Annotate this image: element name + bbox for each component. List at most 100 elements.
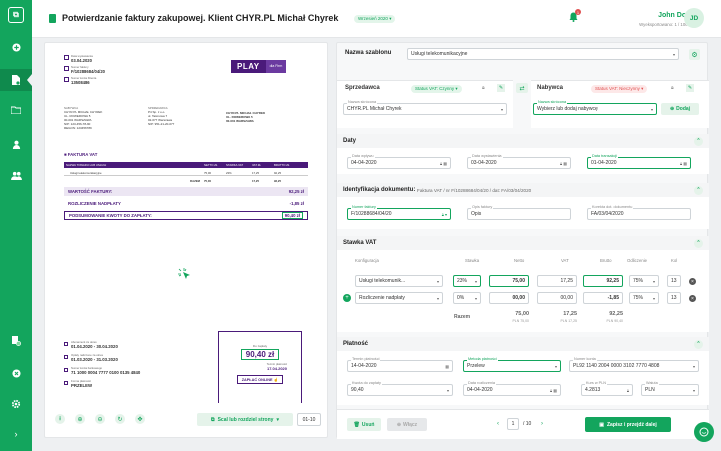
merge-label: Włącz: [403, 421, 418, 428]
next-page-icon[interactable]: ›: [541, 421, 543, 427]
invoice-table-header: NAZWA TOWARU LUB USŁUGI NETTO ZŁ STAWKA …: [64, 162, 308, 168]
exchange-rate-field[interactable]: Kurs w PLN 4.2813 🔒︎: [581, 381, 633, 396]
template-value: Usługi telekomunikacyjne: [411, 51, 468, 57]
vat-kol-input[interactable]: 13: [667, 292, 681, 304]
settlement-date-label: Data rozliczenia: [467, 381, 497, 385]
pay-online-label: ZAPŁAĆ ONLINE: [241, 377, 273, 382]
avatar[interactable]: JD: [684, 8, 704, 28]
chevron-up-icon[interactable]: ⌃: [694, 185, 703, 195]
rotate-icon[interactable]: ↻: [115, 414, 125, 424]
date-issued-field[interactable]: Data wystawienia 03-04-2020 🔒︎ ▦: [467, 154, 571, 169]
vat-deduction-select[interactable]: 75% ▾: [629, 275, 659, 287]
document-icon: [64, 66, 69, 71]
vat-netto-input[interactable]: 75,00: [489, 275, 529, 287]
vat-deduction-value: 75%: [633, 295, 644, 301]
calendar-icon: ▦: [445, 363, 449, 369]
template-select[interactable]: Usługi telekomunikacyjne ▾: [407, 48, 679, 60]
lock-icon[interactable]: 🔒︎: [671, 85, 674, 91]
td: RAZEM: [190, 179, 200, 183]
account-number-select[interactable]: Numer konta PL92 1140 2004 0000 3102 7770…: [569, 357, 699, 372]
folder-icon[interactable]: [0, 99, 32, 121]
vat-amount-input[interactable]: 17,25: [537, 275, 577, 287]
form-footer: 🗑︎ Usuń ⊕ Włącz ‹ 1 / 10 › ▣ Zapisz i przej…: [337, 409, 709, 439]
edit-icon[interactable]: ✎: [686, 84, 694, 92]
page-input[interactable]: 1: [507, 418, 519, 430]
invoice-description-field[interactable]: Opis faktury Opis: [467, 205, 571, 220]
pay-online-button[interactable]: ZAPŁAĆ ONLINE ☝: [237, 375, 283, 384]
page-range-input[interactable]: 01-10: [297, 413, 321, 426]
remove-row-icon[interactable]: ×: [689, 278, 696, 285]
swap-icon[interactable]: ⇄: [516, 83, 528, 93]
download-icon[interactable]: ⭳: [55, 414, 65, 424]
add-row-icon[interactable]: +: [343, 294, 351, 302]
pay-box: Do zapłaty 90,40 zł Termin płatności 17.…: [218, 331, 302, 403]
lock-icon[interactable]: 🔒︎: [482, 85, 485, 91]
document-icon[interactable]: [0, 69, 32, 91]
merge-split-label: Scal lub rozdziel strony: [217, 416, 274, 423]
move-icon[interactable]: ✥: [135, 414, 145, 424]
bell-icon[interactable]: 1: [569, 9, 581, 22]
remove-row-icon[interactable]: ×: [689, 295, 696, 302]
settlement-date-field[interactable]: Data rozliczenia 04-04-2020 🔒︎ ▦: [463, 381, 561, 396]
date-received-field[interactable]: Data wpływu 04-04-2020 🔒︎ ▦: [347, 154, 451, 169]
dates-title: Daty: [343, 138, 357, 144]
vat-total-vat-pln: PLN 17,25: [560, 319, 577, 323]
lock-calendar-icon: 🔒︎ ▦: [439, 160, 447, 166]
identification-header: Identyfikacja dokumentu: Faktura VAT / n…: [337, 183, 709, 197]
app-logo[interactable]: ⧉: [8, 7, 24, 23]
payment-header: Płatność ⌃: [337, 337, 709, 351]
buyer-name-select[interactable]: Nazwa skrócona Wybierz lub dodaj nabywcę ▾: [533, 100, 657, 115]
date-transaction-field[interactable]: Data transakcji 01-04-2020 🔒︎ ▦: [587, 154, 691, 169]
invoice-number-field[interactable]: Numer faktury F/10288684/04/20 🔒︎ ▾: [347, 205, 451, 220]
correction-document-field[interactable]: Korekta dot. dokumentu FA/03/04/2020: [587, 205, 691, 220]
vat-rate-select[interactable]: 0% ▾: [453, 292, 481, 304]
delete-button[interactable]: 🗑︎ Usuń: [347, 418, 381, 431]
chevron-right-icon[interactable]: ›: [0, 423, 32, 445]
user-icon[interactable]: [0, 133, 32, 155]
chevron-up-icon[interactable]: ⌃: [694, 339, 703, 349]
invoice-table-row: Usługi telekomunikacyjne 75,00 23% 17,25…: [64, 170, 308, 176]
close-circle-icon[interactable]: [0, 362, 32, 384]
invoice-value-row: WARTOŚĆ FAKTURY: 92,25 zł: [64, 187, 308, 196]
currency-value: PLN: [645, 387, 655, 393]
pay-label: Do zapłaty: [252, 344, 268, 348]
seller-name-select[interactable]: Nazwa skrócona CHYR.PL Michał Chyrek ▾: [343, 100, 507, 115]
seller-vat-status: Status VAT: Czynny ▾: [411, 85, 462, 93]
info-value: 01.04.2020 - 30.04.2020: [71, 344, 118, 349]
amount-due-label: PODSUMOWANIE KWOTY DO ZAPŁATY:: [69, 213, 152, 218]
period-badge[interactable]: Wrzesień 2020 ▾: [354, 15, 396, 23]
gear-icon[interactable]: [0, 393, 32, 415]
document-check-icon[interactable]: [0, 330, 32, 352]
save-next-button[interactable]: ▣ Zapisz i przejdź dalej: [585, 417, 671, 432]
prev-page-icon[interactable]: ‹: [497, 421, 499, 427]
vat-rate-select[interactable]: 23% ▾: [453, 275, 481, 287]
edit-icon[interactable]: ✎: [497, 84, 505, 92]
add-circle-icon[interactable]: [0, 36, 32, 58]
vat-netto-input[interactable]: 00,00: [489, 292, 529, 304]
gear-icon[interactable]: ⚙: [689, 49, 700, 60]
vat-config-select[interactable]: Usługi telekomunik... ▾: [355, 275, 443, 287]
currency-select[interactable]: Waluta PLN ▾: [641, 381, 699, 396]
add-buyer-button[interactable]: ⊕ Dodaj: [661, 103, 699, 115]
vat-config-select[interactable]: Rozliczenie nadpłaty ▾: [355, 292, 443, 304]
merge-button[interactable]: ⊕ Włącz: [387, 418, 427, 431]
vat-brutto-input[interactable]: -1,85: [583, 292, 623, 304]
td: 17,25: [252, 179, 259, 183]
merge-split-button[interactable]: ⧉ Scal lub rozdziel strony ▾: [197, 413, 293, 426]
chevron-down-icon: ▾: [446, 387, 449, 393]
payment-method-select[interactable]: Metoda płatności Przelew ▾: [463, 357, 561, 372]
payment-due-field[interactable]: Termin płatności 14-04-2020 ▦: [347, 357, 453, 372]
vat-amount-input[interactable]: 00,00: [537, 292, 577, 304]
vat-brutto-input[interactable]: 92,25: [583, 275, 623, 287]
zoom-out-icon[interactable]: ⊖: [95, 414, 105, 424]
users-icon[interactable]: [0, 164, 32, 186]
chevron-up-icon[interactable]: ⌃: [694, 136, 703, 146]
vat-kol-input[interactable]: 13: [667, 275, 681, 287]
chevron-up-icon[interactable]: ⌃: [694, 238, 703, 248]
vat-deduction-select[interactable]: 75% ▾: [629, 292, 659, 304]
chevron-down-icon: ▾: [692, 363, 695, 369]
zoom-in-icon[interactable]: ⊕: [75, 414, 85, 424]
calendar-icon: [64, 342, 68, 346]
chat-icon[interactable]: [694, 422, 714, 442]
amount-due-field[interactable]: Kwota do zapłaty 90,40 ▾: [347, 381, 453, 396]
